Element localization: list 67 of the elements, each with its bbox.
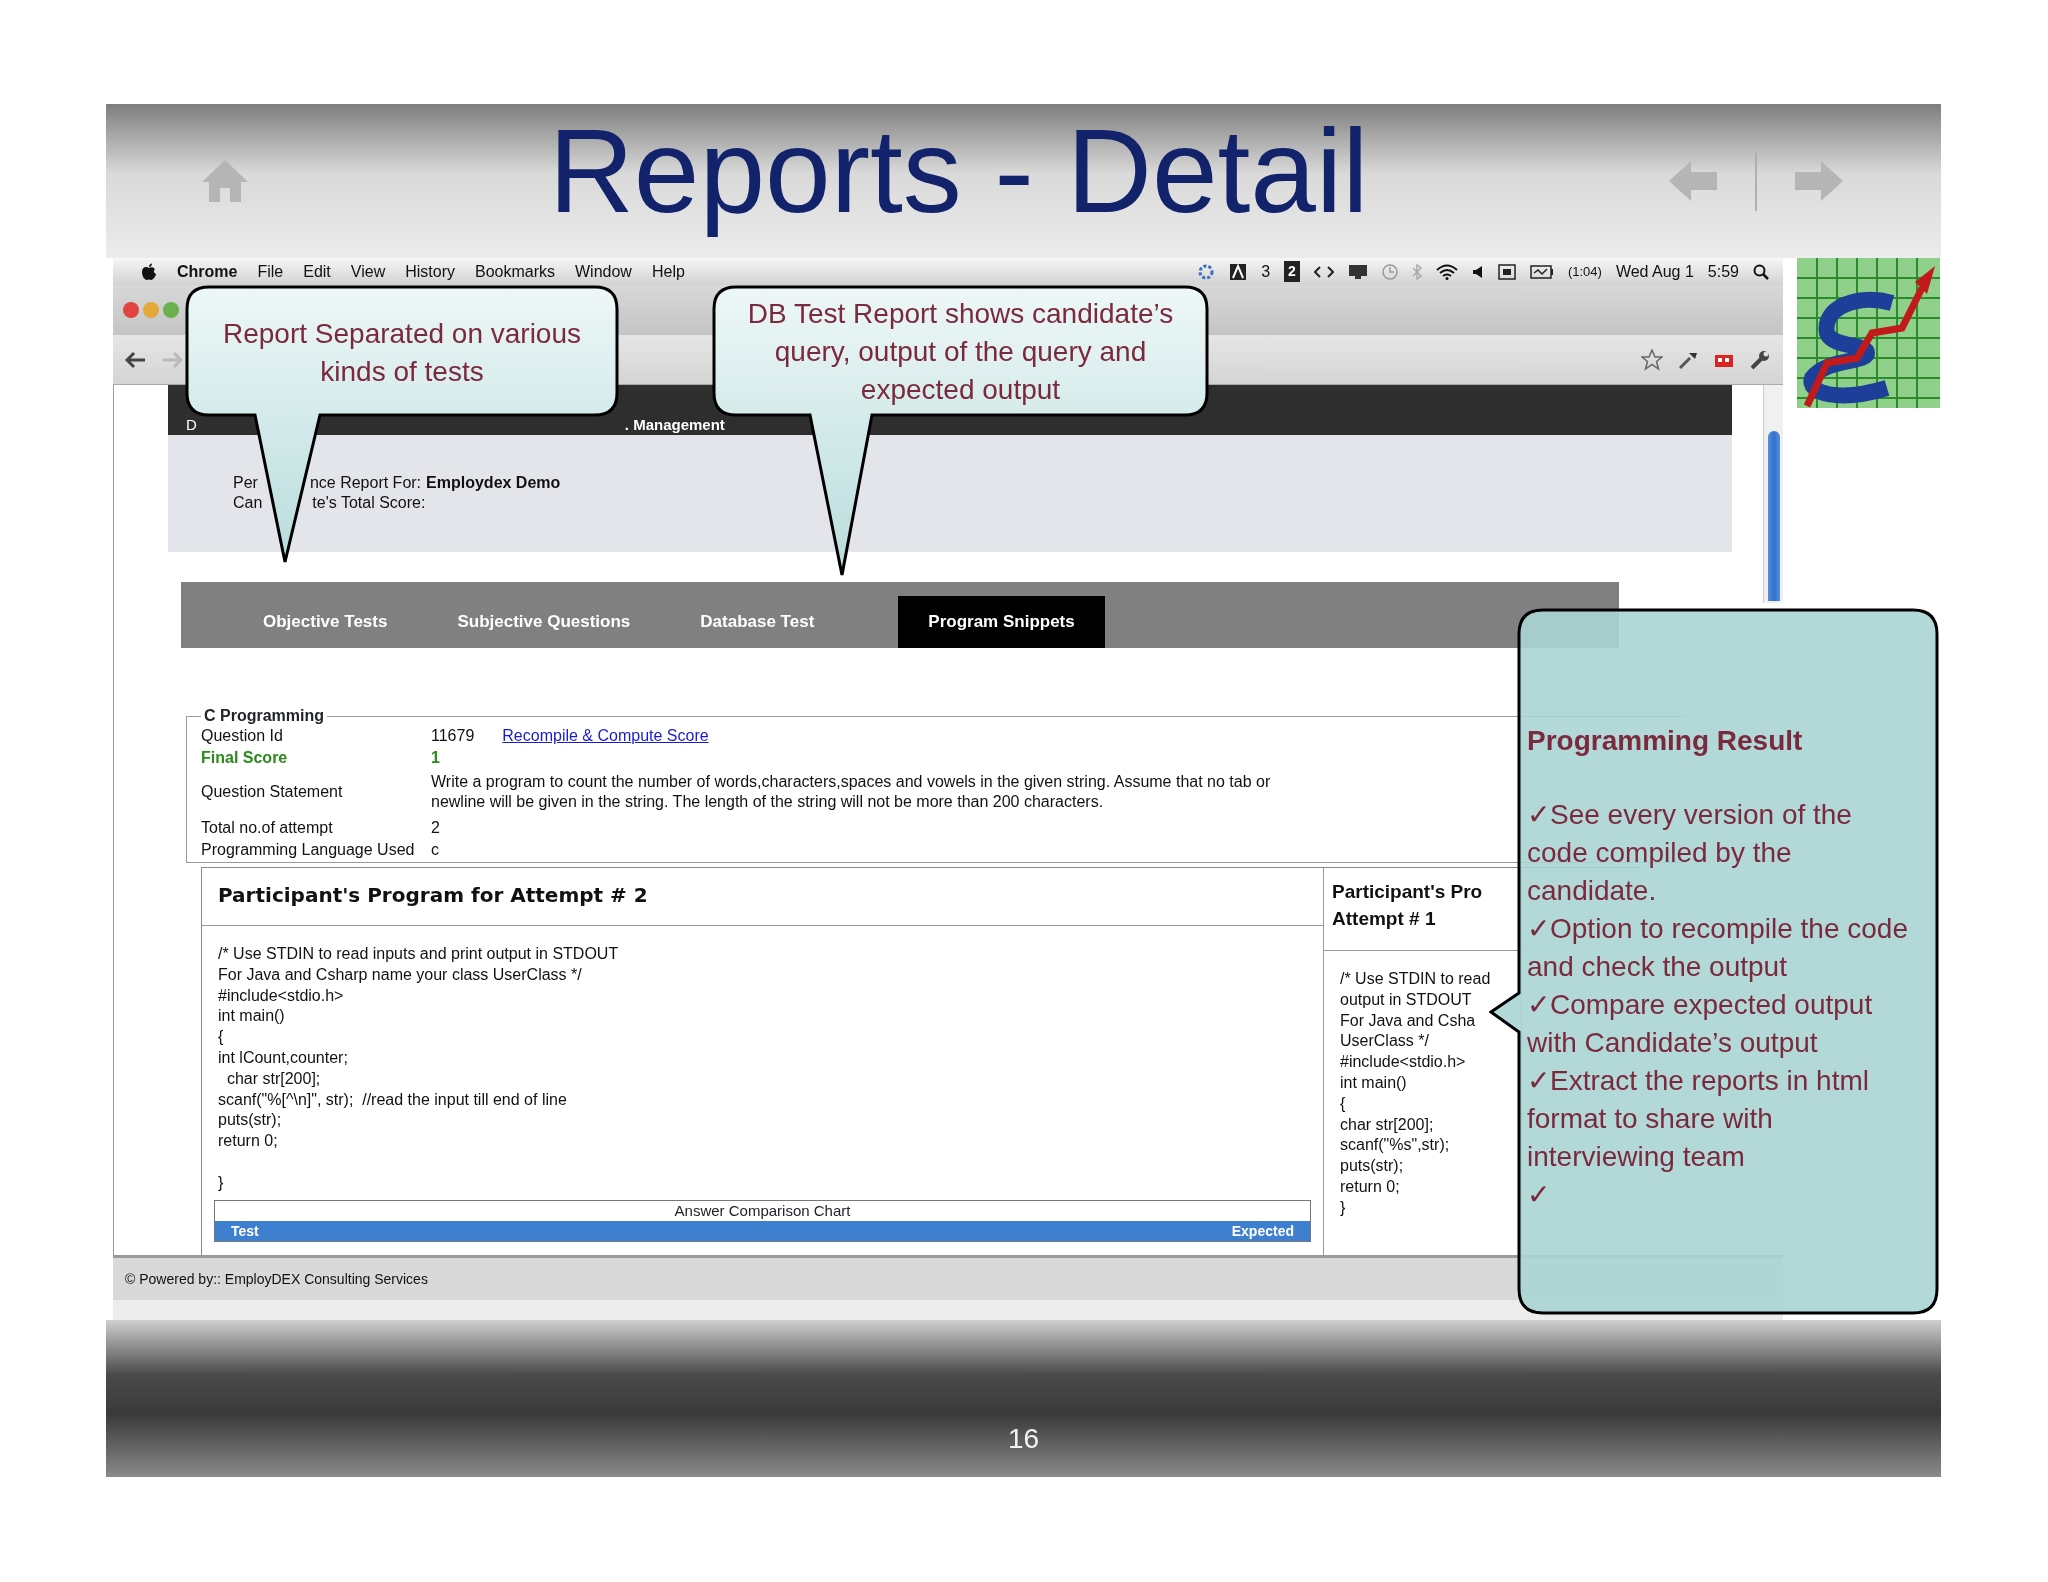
scrollbar[interactable] <box>1763 385 1783 603</box>
menu-time: 5:59 <box>1707 261 1739 282</box>
footer-text: © Powered by:: EmployDEX Consulting Services <box>125 1269 428 1289</box>
slide-title: Reports - Detail <box>547 112 1370 239</box>
menu-item[interactable]: Help <box>651 259 685 284</box>
field-value: 11679 <box>431 726 475 746</box>
wifi-icon[interactable] <box>1435 263 1458 280</box>
callout-point: ✓Compare expected output with Candidate’s output <box>1527 988 1874 1060</box>
field-label: Question Statement <box>201 782 344 802</box>
close-button[interactable] <box>123 302 139 318</box>
wrench-icon[interactable] <box>1749 348 1771 371</box>
callout-point: ✓Extract the reports in html format to share with interviewing team <box>1527 1064 1870 1174</box>
menu-item[interactable]: File <box>257 259 284 284</box>
column-header: Expected <box>1231 1221 1294 1241</box>
report-label: Per <box>233 473 258 493</box>
scroll-thumb[interactable] <box>1767 431 1780 601</box>
font-icon[interactable] <box>1229 262 1248 281</box>
menu-item[interactable]: Window <box>575 259 632 284</box>
field-value: Write a program to count the number of words,characters,spaces and vowels in the given string. Assume that no tab or newline will be given in the string. The length of the string will not be more than 200 characters. <box>431 772 1272 812</box>
battery-icon[interactable] <box>1529 264 1554 279</box>
callout-text: DB Test Report shows candidate’s query, output of the query and expected output <box>746 297 1175 407</box>
field-value: c <box>431 840 439 860</box>
field-label: Question Id <box>201 726 284 746</box>
menu-date: Wed Aug 1 <box>1615 261 1694 282</box>
display-icon[interactable] <box>1347 263 1368 280</box>
section-legend: C Programming <box>201 706 327 726</box>
field-label: Final Score <box>201 748 289 768</box>
growth-chart-logo-icon <box>1797 258 1940 408</box>
menu-item[interactable]: Bookmarks <box>475 259 555 284</box>
battery-time: (1:04) <box>1567 262 1602 281</box>
field-value: 1 <box>431 748 440 768</box>
candidate-name: Employdex Demo <box>426 473 561 493</box>
code-icon[interactable] <box>1313 264 1334 279</box>
report-label: nce Report For: <box>309 473 422 493</box>
report-tab[interactable]: Database Test <box>670 596 845 648</box>
code-text: /* Use STDIN to read output in STDOUT For Java and Csha UserClass */ #include<stdio.h> int main() { char str[200]; scanf("%s",str); puts(str); return 0; } <box>1339 969 1492 1218</box>
star-icon[interactable] <box>1641 348 1663 371</box>
field-value: 2 <box>431 818 440 838</box>
back-icon[interactable] <box>125 350 147 369</box>
callout-point: ✓Option to recompile the code and check the output <box>1527 912 1909 984</box>
callout-text: Report Separated on various kinds of tests <box>222 317 582 389</box>
callout-point: ✓ <box>1527 1178 1551 1212</box>
score-label: te's Total Score: <box>312 493 426 513</box>
status-badge[interactable]: 2 <box>1284 261 1300 282</box>
report-tab[interactable]: Subjective Questions <box>427 596 661 648</box>
speaker-icon[interactable] <box>1471 264 1484 279</box>
menu-item[interactable]: History <box>405 259 455 284</box>
menu-item[interactable]: Edit <box>303 259 331 284</box>
field-label: Programming Language Used <box>201 840 416 860</box>
callout-point: ✓See every version of the code compiled by the candidate. <box>1527 798 1853 908</box>
page-number: 16 <box>1007 1422 1040 1456</box>
column-header: Test <box>231 1221 259 1241</box>
apple-icon[interactable] <box>141 262 157 281</box>
status-count: 3 <box>1261 261 1271 282</box>
recompile-link[interactable]: Recompile & Compute Score <box>502 726 709 746</box>
report-tab[interactable]: Objective Tests <box>233 596 418 648</box>
code-text: /* Use STDIN to read inputs and print output in STDOUT For Java and Csharp name your class UserClass */ #include<stdio.h> int main() { int lCount,counter; char str[200]; scanf("%[^\n]", str); //read the input till end of line puts(str); return 0; } <box>217 944 620 1193</box>
field-label: Total no.of attempt <box>201 818 334 838</box>
score-label: Can <box>233 493 263 513</box>
attempt-heading: Participant's Program for Attempt # 2 <box>202 868 1323 926</box>
site-title-text: D <box>186 417 197 433</box>
menu-item[interactable]: View <box>350 259 386 284</box>
site-title-text: . Management <box>624 417 725 433</box>
search-icon[interactable] <box>1753 263 1769 280</box>
report-tab[interactable]: Program Snippets <box>898 596 1105 648</box>
app-menu[interactable]: Chrome <box>177 259 238 284</box>
callout-heading: Programming Result <box>1527 724 1804 758</box>
